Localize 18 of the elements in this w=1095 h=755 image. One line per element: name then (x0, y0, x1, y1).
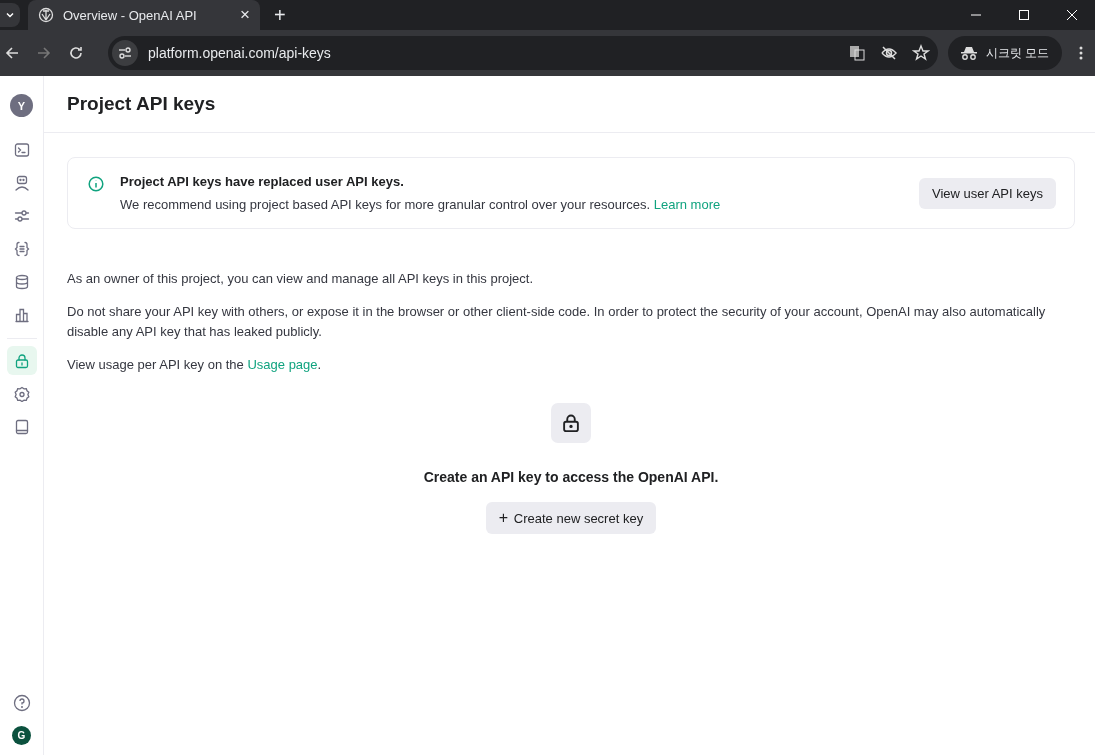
new-tab-button[interactable]: + (274, 3, 286, 27)
view-user-keys-button[interactable]: View user API keys (918, 177, 1056, 209)
tab-title: Overview - OpenAI API (63, 7, 198, 23)
empty-state-message: Create an API key to access the OpenAI API. (423, 469, 719, 485)
incognito-button[interactable]: 시크릿 모드 (948, 36, 1063, 70)
notice-heading: Project API keys have replaced user API keys. (120, 174, 405, 189)
url-text: platform.openai.com/api-keys (148, 45, 332, 61)
page-title: Project API keys (67, 93, 216, 115)
create-key-button[interactable]: + Create new secret key (485, 502, 657, 534)
address-bar[interactable]: platform.openai.com/api-keys (108, 36, 938, 70)
paragraph: View usage per API key on the Usage page. (67, 356, 323, 374)
close-tab-button[interactable]: × (240, 5, 250, 25)
paragraph: As an owner of this project, you can view and manage all API keys in this project. (67, 270, 535, 288)
browser-tab[interactable]: Overview - OpenAI API × (28, 0, 260, 30)
notice-text: We recommend using project based API keys for more granular control over your resources. Learn more (120, 197, 722, 212)
project-avatar[interactable]: Y (10, 94, 33, 117)
user-avatar[interactable]: G (12, 726, 31, 745)
paragraph: Do not share your API key with others, or expose it in the browser or other client-side code. In order to protect the security of your account, OpenAI may also automatically disable any API key that has leaked publicly. (67, 303, 1047, 341)
